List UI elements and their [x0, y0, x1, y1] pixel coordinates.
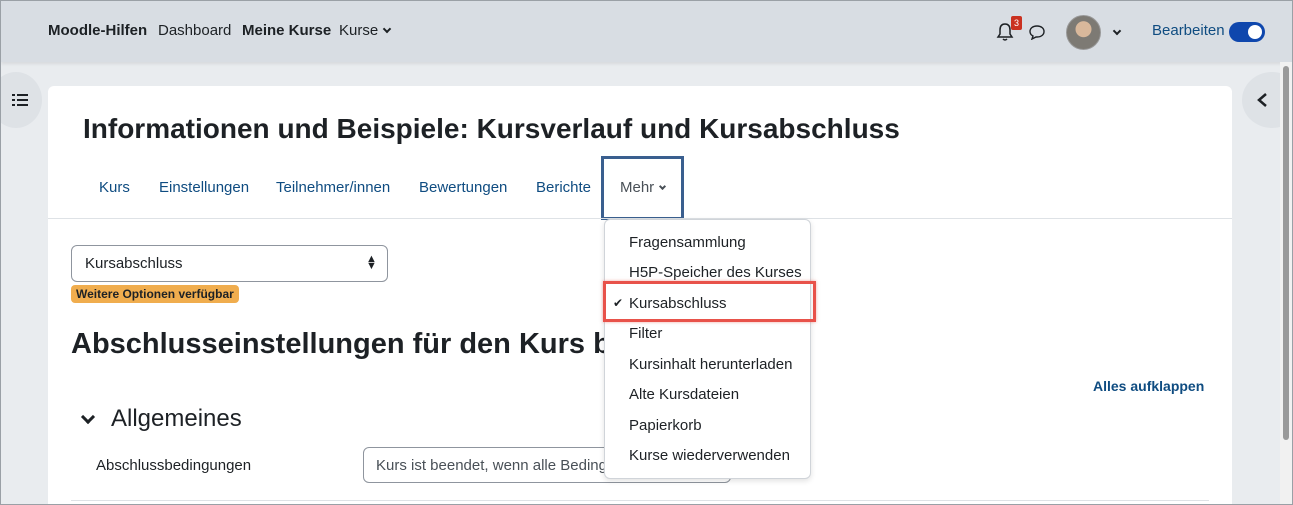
section-title-allgemeines[interactable]: Allgemeines	[111, 405, 242, 433]
settings-heading: Abschlusseinstellungen für den Kurs bear…	[71, 328, 689, 360]
nav-courses[interactable]: Kurse	[339, 22, 392, 39]
tab-kurs[interactable]: Kurs	[99, 179, 130, 196]
tab-einstellungen[interactable]: Einstellungen	[159, 179, 249, 196]
chevron-down-icon	[1112, 26, 1122, 36]
menu-item-alte-kursdateien[interactable]: Alte Kursdateien	[629, 386, 739, 403]
chevron-left-icon	[1257, 93, 1267, 107]
completion-conditions-value: Kurs ist beendet, wenn alle Bedingungen	[376, 457, 616, 474]
chevron-down-icon	[659, 182, 667, 191]
menu-item-fragensammlung[interactable]: Fragensammlung	[629, 234, 746, 251]
menu-item-h5p-speicher[interactable]: H5P-Speicher des Kurses	[629, 264, 802, 281]
chevron-down-icon	[382, 24, 392, 34]
more-options-badge: Weitere Optionen verfügbar	[71, 285, 239, 303]
completion-conditions-label: Abschlussbedingungen	[96, 457, 252, 474]
expand-all-link[interactable]: Alles aufklappen	[1093, 378, 1204, 394]
tab-berichte[interactable]: Berichte	[536, 179, 591, 196]
message-drawer-icon[interactable]	[1028, 24, 1046, 40]
page-title: Informationen und Beispiele: Kursverlauf…	[83, 113, 900, 144]
menu-item-filter[interactable]: Filter	[629, 325, 662, 342]
tab-bewertungen[interactable]: Bewertungen	[419, 179, 507, 196]
checkmark-icon: ✔	[613, 296, 624, 310]
menu-item-kursinhalt-herunterladen[interactable]: Kursinhalt herunterladen	[629, 356, 792, 373]
nav-my-courses[interactable]: Meine Kurse	[242, 22, 331, 39]
notification-count-badge: 3	[1011, 16, 1022, 30]
tab-more-text: Mehr	[620, 179, 655, 196]
edit-mode-label: Bearbeiten	[1152, 22, 1225, 39]
more-dropdown-menu	[604, 219, 811, 479]
list-icon	[12, 94, 28, 106]
nav-courses-label: Kurse	[339, 22, 379, 39]
select-arrows-icon: ▲ ▼	[366, 253, 377, 272]
user-avatar[interactable]	[1066, 15, 1101, 50]
menu-item-kurse-wiederverwenden[interactable]: Kurse wiederverwenden	[629, 447, 790, 464]
section-divider	[71, 500, 1209, 501]
tab-teilnehmer[interactable]: Teilnehmer/innen	[276, 179, 390, 196]
edit-mode-toggle[interactable]	[1229, 22, 1265, 42]
tab-more-label[interactable]: Mehr	[620, 179, 667, 196]
nav-dashboard[interactable]: Dashboard	[158, 22, 231, 39]
scrollbar-thumb[interactable]	[1283, 66, 1289, 440]
page-action-select-value: Kursabschluss	[85, 255, 183, 272]
site-brand[interactable]: Moodle-Hilfen	[48, 22, 147, 39]
menu-item-kursabschluss[interactable]: Kursabschluss	[629, 295, 727, 312]
menu-item-papierkorb[interactable]: Papierkorb	[629, 417, 702, 434]
user-menu-chevron[interactable]	[1108, 24, 1122, 42]
